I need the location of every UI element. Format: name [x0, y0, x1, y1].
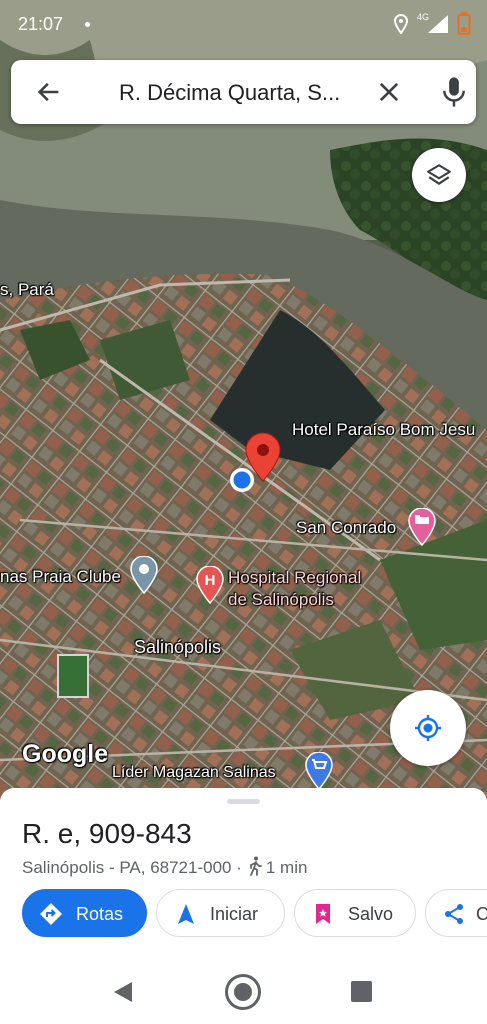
- search-bar[interactable]: R. Décima Quarta, S...: [11, 60, 476, 124]
- search-query[interactable]: R. Décima Quarta, S...: [119, 80, 340, 106]
- recents-square-icon[interactable]: [351, 981, 372, 1002]
- directions-button[interactable]: Rotas: [22, 889, 147, 937]
- map-label-san-conrado[interactable]: San Conrado: [296, 518, 396, 538]
- back-arrow-icon[interactable]: [35, 78, 63, 106]
- start-label: Iniciar: [210, 904, 259, 924]
- notification-dot-icon: [85, 22, 90, 27]
- share-label: C: [476, 904, 487, 924]
- place-title: R. e, 909-843: [22, 818, 192, 849]
- navigation-arrow-icon: [178, 904, 194, 924]
- share-icon: [445, 904, 463, 924]
- map-label-hospital-line1[interactable]: Hospital Regional: [228, 568, 361, 588]
- hotel-poi-icon[interactable]: [408, 508, 436, 546]
- location-icon: [394, 14, 408, 34]
- map-label-state[interactable]: s, Pará: [0, 280, 54, 300]
- svg-text:H: H: [205, 572, 216, 589]
- layers-button[interactable]: [412, 148, 466, 202]
- map-label-club[interactable]: nas Praia Clube: [0, 567, 121, 587]
- start-button[interactable]: Iniciar: [156, 889, 285, 937]
- action-chips: Rotas Iniciar Salvo C: [22, 889, 487, 937]
- club-poi-icon[interactable]: [130, 556, 158, 594]
- directions-icon: [40, 903, 62, 925]
- place-subtitle: Salinópolis - PA, 68721-000 · 1 min: [22, 856, 307, 878]
- signal-4g-icon: [428, 15, 448, 33]
- my-location-icon: [415, 715, 441, 741]
- walking-icon: [249, 856, 262, 876]
- map-label-hotel[interactable]: Hotel Paraíso Bom Jesu: [292, 420, 475, 440]
- save-label: Salvo: [348, 904, 394, 924]
- map-label-city[interactable]: Salinópolis: [134, 637, 221, 658]
- saved-bookmark-icon: [316, 904, 330, 924]
- directions-label: Rotas: [76, 904, 124, 924]
- home-circle-icon[interactable]: [224, 973, 262, 1011]
- hospital-poi-icon[interactable]: H: [196, 566, 224, 604]
- layers-icon: [427, 164, 451, 185]
- walk-time: 1 min: [265, 858, 308, 877]
- system-nav-bar: [0, 960, 487, 1024]
- status-time: 21:07: [18, 14, 64, 34]
- status-bar: 21:07 4G: [0, 0, 487, 50]
- my-location-button[interactable]: [390, 690, 466, 766]
- battery-low-icon: [457, 12, 471, 35]
- shop-poi-icon[interactable]: [305, 752, 333, 790]
- map-label-hospital-line2[interactable]: de Salinópolis: [228, 590, 334, 610]
- share-button[interactable]: C: [425, 889, 487, 937]
- back-triangle-icon[interactable]: [112, 980, 134, 1004]
- save-button[interactable]: Salvo: [294, 889, 416, 937]
- my-location-dot-icon: [230, 468, 254, 492]
- map-label-lider[interactable]: Líder Magazan Salinas: [112, 764, 276, 782]
- mic-icon[interactable]: [439, 75, 469, 109]
- sheet-drag-handle[interactable]: [227, 799, 260, 804]
- place-address: Salinópolis - PA, 68721-000 ·: [22, 858, 242, 877]
- close-icon[interactable]: [375, 78, 403, 106]
- google-watermark: Google: [22, 740, 109, 768]
